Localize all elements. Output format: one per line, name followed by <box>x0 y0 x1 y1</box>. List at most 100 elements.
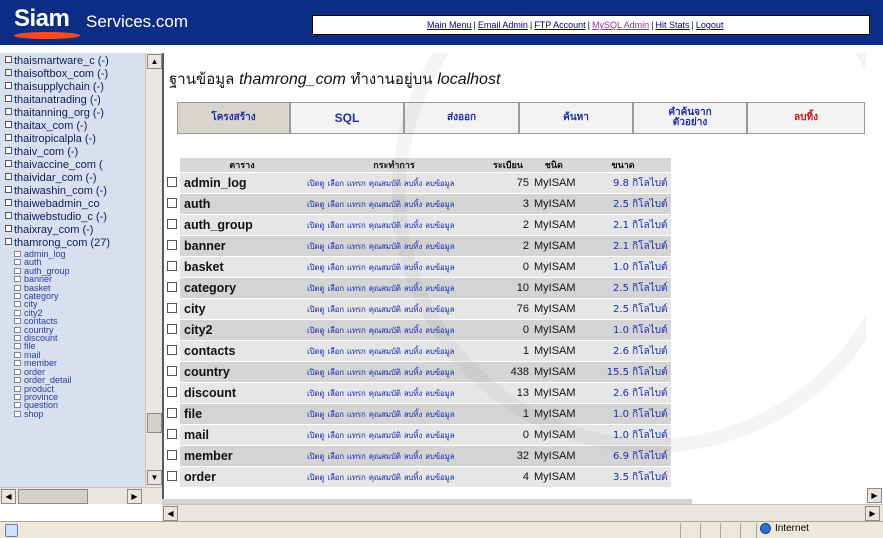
empty-link[interactable]: ลบข้อมูล <box>425 452 454 461</box>
row-checkbox[interactable] <box>167 282 177 292</box>
collapse-icon[interactable] <box>5 69 12 76</box>
nav-ftp-account[interactable]: FTP Account <box>534 20 585 30</box>
browse-link[interactable]: เปิดดู <box>307 242 325 251</box>
tree-database-item[interactable]: thaitanatrading (-) <box>5 94 145 107</box>
properties-link[interactable]: คุณสมบัติ <box>369 305 401 314</box>
drop-link[interactable]: ลบทิ้ง <box>404 326 423 335</box>
tree-database-item[interactable]: thaiv_com (-) <box>5 146 145 159</box>
select-link[interactable]: เลือก <box>327 200 344 209</box>
properties-link[interactable]: คุณสมบัติ <box>369 431 401 440</box>
properties-link[interactable]: คุณสมบัติ <box>369 368 401 377</box>
collapse-icon[interactable] <box>5 212 12 219</box>
tree-database-item[interactable]: thaitropicalpla (-) <box>5 133 145 146</box>
insert-link[interactable]: แทรก <box>347 221 366 230</box>
empty-link[interactable]: ลบข้อมูล <box>425 431 454 440</box>
drop-link[interactable]: ลบทิ้ง <box>404 389 423 398</box>
drop-link[interactable]: ลบทิ้ง <box>404 179 423 188</box>
drop-link[interactable]: ลบทิ้ง <box>404 305 423 314</box>
row-checkbox[interactable] <box>167 324 177 334</box>
tree-database-item[interactable]: thaismartware_c (-) <box>5 55 145 68</box>
row-checkbox[interactable] <box>167 429 177 439</box>
tab-sql[interactable]: SQL <box>290 102 404 134</box>
browse-link[interactable]: เปิดดู <box>307 410 325 419</box>
row-checkbox[interactable] <box>167 303 177 313</box>
insert-link[interactable]: แทรก <box>347 473 366 482</box>
tab-search[interactable]: ค้นหา <box>519 102 633 134</box>
browse-link[interactable]: เปิดดู <box>307 452 325 461</box>
select-link[interactable]: เลือก <box>327 452 344 461</box>
collapse-icon[interactable] <box>5 134 12 141</box>
scroll-thumb[interactable] <box>147 413 162 433</box>
select-link[interactable]: เลือก <box>327 410 344 419</box>
scroll-left-arrow-icon[interactable]: ◀ <box>163 506 178 521</box>
tree-database-item[interactable]: thaisupplychain (-) <box>5 81 145 94</box>
empty-link[interactable]: ลบข้อมูล <box>425 284 454 293</box>
tree-database-item[interactable]: thaivaccine_com ( <box>5 159 145 172</box>
tree-database-item[interactable]: thaitanning_org (-) <box>5 107 145 120</box>
main-horizontal-scrollbar[interactable]: ◀ ▶ <box>162 504 883 521</box>
empty-link[interactable]: ลบข้อมูล <box>425 473 454 482</box>
row-checkbox[interactable] <box>167 408 177 418</box>
drop-link[interactable]: ลบทิ้ง <box>404 431 423 440</box>
tree-table-item[interactable]: shop <box>5 409 145 418</box>
drop-link[interactable]: ลบทิ้ง <box>404 284 423 293</box>
scroll-up-arrow-icon[interactable]: ▲ <box>147 54 162 69</box>
insert-link[interactable]: แทรก <box>347 431 366 440</box>
row-checkbox[interactable] <box>167 198 177 208</box>
select-link[interactable]: เลือก <box>327 431 344 440</box>
tab-query-by-example[interactable]: คำค้นจาก ตัวอย่าง <box>633 102 747 134</box>
properties-link[interactable]: คุณสมบัติ <box>369 221 401 230</box>
siamservices-logo[interactable]: Siam Services.com <box>14 2 188 42</box>
collapse-icon[interactable] <box>5 238 12 245</box>
empty-link[interactable]: ลบข้อมูล <box>425 305 454 314</box>
empty-link[interactable]: ลบข้อมูล <box>425 263 454 272</box>
tree-horizontal-scrollbar[interactable]: ◀ ▶ <box>0 487 162 504</box>
browse-link[interactable]: เปิดดู <box>307 368 325 377</box>
browse-link[interactable]: เปิดดู <box>307 221 325 230</box>
browse-link[interactable]: เปิดดู <box>307 179 325 188</box>
empty-link[interactable]: ลบข้อมูล <box>425 242 454 251</box>
drop-link[interactable]: ลบทิ้ง <box>404 221 423 230</box>
insert-link[interactable]: แทรก <box>347 347 366 356</box>
tab-export[interactable]: ส่งออก <box>404 102 519 134</box>
scroll-down-arrow-icon[interactable]: ▶ <box>867 488 882 503</box>
insert-link[interactable]: แทรก <box>347 368 366 377</box>
collapse-icon[interactable] <box>5 160 12 167</box>
tree-database-item[interactable]: thaiwebstudio_c (-) <box>5 211 145 224</box>
browse-link[interactable]: เปิดดู <box>307 473 325 482</box>
scroll-right-arrow-icon[interactable]: ▶ <box>865 506 880 521</box>
select-link[interactable]: เลือก <box>327 263 344 272</box>
insert-link[interactable]: แทรก <box>347 410 366 419</box>
properties-link[interactable]: คุณสมบัติ <box>369 284 401 293</box>
row-checkbox[interactable] <box>167 261 177 271</box>
drop-link[interactable]: ลบทิ้ง <box>404 242 423 251</box>
insert-link[interactable]: แทรก <box>347 200 366 209</box>
insert-link[interactable]: แทรก <box>347 284 366 293</box>
nav-hit-stats[interactable]: Hit Stats <box>655 20 689 30</box>
nav-logout[interactable]: Logout <box>696 20 724 30</box>
tab-drop[interactable]: ลบทิ้ง <box>747 102 865 134</box>
row-checkbox[interactable] <box>167 387 177 397</box>
select-link[interactable]: เลือก <box>327 284 344 293</box>
properties-link[interactable]: คุณสมบัติ <box>369 347 401 356</box>
collapse-icon[interactable] <box>5 186 12 193</box>
scroll-left-arrow-icon[interactable]: ◀ <box>1 489 16 504</box>
scroll-down-arrow-icon[interactable]: ▼ <box>147 470 162 485</box>
select-link[interactable]: เลือก <box>327 389 344 398</box>
drop-link[interactable]: ลบทิ้ง <box>404 263 423 272</box>
tree-database-item[interactable]: thaitax_com (-) <box>5 120 145 133</box>
scroll-thumb[interactable] <box>18 489 88 504</box>
row-checkbox[interactable] <box>167 471 177 481</box>
drop-link[interactable]: ลบทิ้ง <box>404 368 423 377</box>
properties-link[interactable]: คุณสมบัติ <box>369 326 401 335</box>
tab-structure[interactable]: โครงสร้าง <box>177 102 290 134</box>
properties-link[interactable]: คุณสมบัติ <box>369 179 401 188</box>
empty-link[interactable]: ลบข้อมูล <box>425 368 454 377</box>
browse-link[interactable]: เปิดดู <box>307 326 325 335</box>
tree-vertical-scrollbar[interactable]: ▲ ▼ <box>145 53 162 487</box>
empty-link[interactable]: ลบข้อมูล <box>425 410 454 419</box>
drop-link[interactable]: ลบทิ้ง <box>404 452 423 461</box>
collapse-icon[interactable] <box>5 82 12 89</box>
nav-mysql-admin[interactable]: MySQL Admin <box>592 20 649 30</box>
collapse-icon[interactable] <box>5 95 12 102</box>
